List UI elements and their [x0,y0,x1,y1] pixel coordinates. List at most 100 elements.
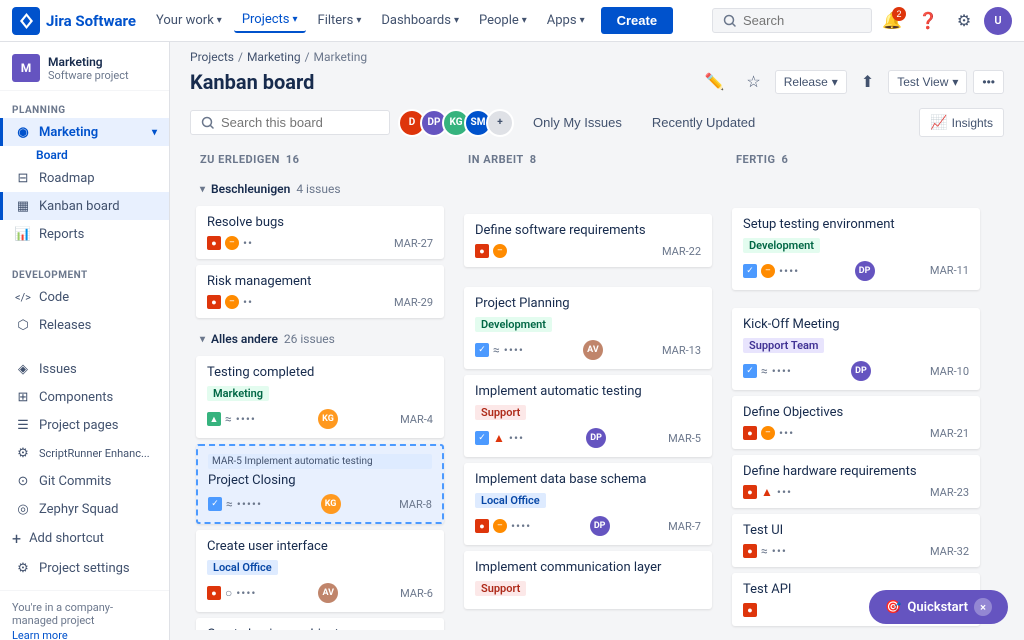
card-define-hardware-req[interactable]: Define hardware requirements ● ▲ ••• MAR… [732,455,980,508]
sidebar-item-kanban[interactable]: ▦ Kanban board [0,192,169,220]
swimlane-alles-header[interactable]: ▾ Alles andere 26 issues [196,328,444,350]
star-button[interactable]: ☆ [738,68,768,96]
sidebar-item-project-settings[interactable]: ⚙ Project settings [0,554,169,582]
board-search[interactable] [190,110,390,135]
nav-your-work[interactable]: Your work ▾ [148,9,230,32]
card-setup-testing-env[interactable]: Setup testing environment Development ✓ … [732,208,980,290]
quickstart-icon: 🎯 [885,600,901,615]
create-button[interactable]: Create [601,7,673,34]
share-button[interactable]: ⬆ [853,68,882,96]
planning-section-title: PLANNING [0,99,169,118]
card-project-closing[interactable]: MAR-5 Implement automatic testing Projec… [196,444,444,524]
roadmap-icon: ⊟ [15,170,31,186]
components-icon: ⊞ [15,389,31,405]
help-button[interactable]: ❓ [912,5,944,37]
card-create-business-objects[interactable]: Create business objects PMO [196,618,444,630]
column-todo: ZU ERLEDIGEN 16 ▾ Beschleunigen 4 issues… [190,145,450,630]
breadcrumb-marketing1[interactable]: Marketing [247,50,301,64]
card-project-planning[interactable]: Project Planning Development ✓ ≈ •••• AV… [464,287,712,369]
breadcrumb-projects[interactable]: Projects [190,50,234,64]
card-meta: ● – MAR-22 [475,244,701,258]
sidebar-item-marketing-label: Marketing [39,125,98,140]
dots-icon: ••••• [237,497,262,511]
sidebar-add-shortcut[interactable]: + Add shortcut [0,523,169,554]
notifications-button[interactable]: 🔔 2 [876,5,908,37]
chevron-down-icon: ▾ [356,15,361,26]
sidebar-item-marketing[interactable]: ◉ Marketing ▾ [0,118,169,146]
release-button[interactable]: Release ▾ [775,70,847,94]
card-date: MAR-7 [668,520,701,533]
recently-updated-button[interactable]: Recently Updated [641,110,766,135]
sidebar-item-reports[interactable]: 📊 Reports [0,220,169,248]
global-search[interactable] [712,8,872,33]
quickstart-button[interactable]: 🎯 Quickstart × [869,590,1008,624]
sidebar-item-project-pages[interactable]: ☰ Project pages [0,411,169,439]
kanban-icon: ▦ [15,198,31,214]
avatar-more[interactable]: + [486,109,514,137]
nav-apps[interactable]: Apps ▾ [539,9,593,32]
breadcrumb: Projects / Marketing / Marketing [170,42,1024,64]
card-define-software-req[interactable]: Define software requirements ● – MAR-22 [464,214,712,267]
card-date: MAR-11 [930,264,969,277]
priority-high-icon: ▲ [761,485,773,499]
quickstart-close-button[interactable]: × [974,598,992,616]
dots-icon: •• [243,295,253,309]
card-risk-management[interactable]: Risk management ● – •• MAR-29 [196,265,444,318]
sidebar-item-scriptrunner[interactable]: ⚙ ScriptRunner Enhanc... [0,439,169,467]
drag-label: MAR-5 Implement automatic testing [208,454,432,469]
nav-dashboards[interactable]: Dashboards ▾ [373,9,467,32]
sidebar-item-zephyr[interactable]: ◎ Zephyr Squad [0,495,169,523]
card-testing-completed[interactable]: Testing completed Marketing ▲ ≈ •••• KG … [196,356,444,438]
more-options-button[interactable]: ••• [973,70,1004,94]
test-view-button[interactable]: Test View ▾ [888,70,967,94]
task-icon: ✓ [743,364,757,378]
nav-projects[interactable]: Projects ▾ [234,8,306,33]
sidebar-item-board-sub[interactable]: Board [0,146,169,164]
card-test-ui[interactable]: Test UI ● ≈ ••• MAR-32 [732,514,980,567]
insights-button[interactable]: 📈 Insights [919,108,1004,137]
only-my-issues-button[interactable]: Only My Issues [522,110,633,135]
card-implement-db-schema[interactable]: Implement data base schema Local Office … [464,463,712,545]
project-icon: M [12,54,40,82]
sidebar-item-roadmap[interactable]: ⊟ Roadmap [0,164,169,192]
swimlane-spacer2 [732,296,980,302]
sidebar-item-issues[interactable]: ◈ Issues [0,355,169,383]
nav-filters[interactable]: Filters ▾ [310,9,370,32]
task-icon: ✓ [743,264,757,278]
search-input[interactable] [743,13,843,28]
sidebar-item-code[interactable]: </> Code [0,283,169,311]
card-date: MAR-5 [668,432,701,445]
bug-icon: ● [743,426,757,440]
card-resolve-bugs[interactable]: Resolve bugs ● – •• MAR-27 [196,206,444,259]
sidebar-item-releases[interactable]: ⬡ Releases [0,311,169,339]
insights-label: Insights [952,116,993,130]
card-implement-automatic-testing[interactable]: Implement automatic testing Support ✓ ▲ … [464,375,712,457]
card-implement-communication[interactable]: Implement communication layer Support [464,551,712,609]
priority-icon: ≈ [761,364,768,378]
nav-people[interactable]: People ▾ [471,9,535,32]
card-avatar: DP [855,261,875,281]
card-meta: ● ▲ ••• MAR-23 [743,485,969,499]
label-development: Development [475,317,552,332]
card-define-objectives[interactable]: Define Objectives ● – ••• MAR-21 [732,396,980,449]
footer-line2[interactable]: Learn more [12,629,157,640]
script-icon: ⚙ [15,445,31,461]
card-title: Project Planning [475,296,701,311]
bug-icon: ● [743,603,757,617]
card-create-user-interface[interactable]: Create user interface Local Office ● ○ •… [196,530,444,612]
user-avatar[interactable]: U [984,7,1012,35]
swimlane-spacer2 [464,273,712,281]
column-inprogress-body: Define software requirements ● – MAR-22 … [458,174,718,630]
sidebar-item-components[interactable]: ⊞ Components [0,383,169,411]
label-marketing: Marketing [207,386,269,401]
sidebar-item-git-commits[interactable]: ⊙ Git Commits [0,467,169,495]
column-todo-header: ZU ERLEDIGEN 16 [190,145,450,174]
board-search-input[interactable] [221,115,361,130]
swimlane-beschleunigen-header[interactable]: ▾ Beschleunigen 4 issues [196,178,444,200]
app-logo[interactable]: Jira Software [12,7,136,35]
board-content: ZU ERLEDIGEN 16 ▾ Beschleunigen 4 issues… [170,145,1024,640]
edit-icon-button[interactable]: ✏️ [696,68,732,96]
card-kickoff-meeting[interactable]: Kick-Off Meeting Support Team ✓ ≈ •••• D… [732,308,980,390]
code-icon: </> [15,289,31,305]
settings-button[interactable]: ⚙ [948,5,980,37]
